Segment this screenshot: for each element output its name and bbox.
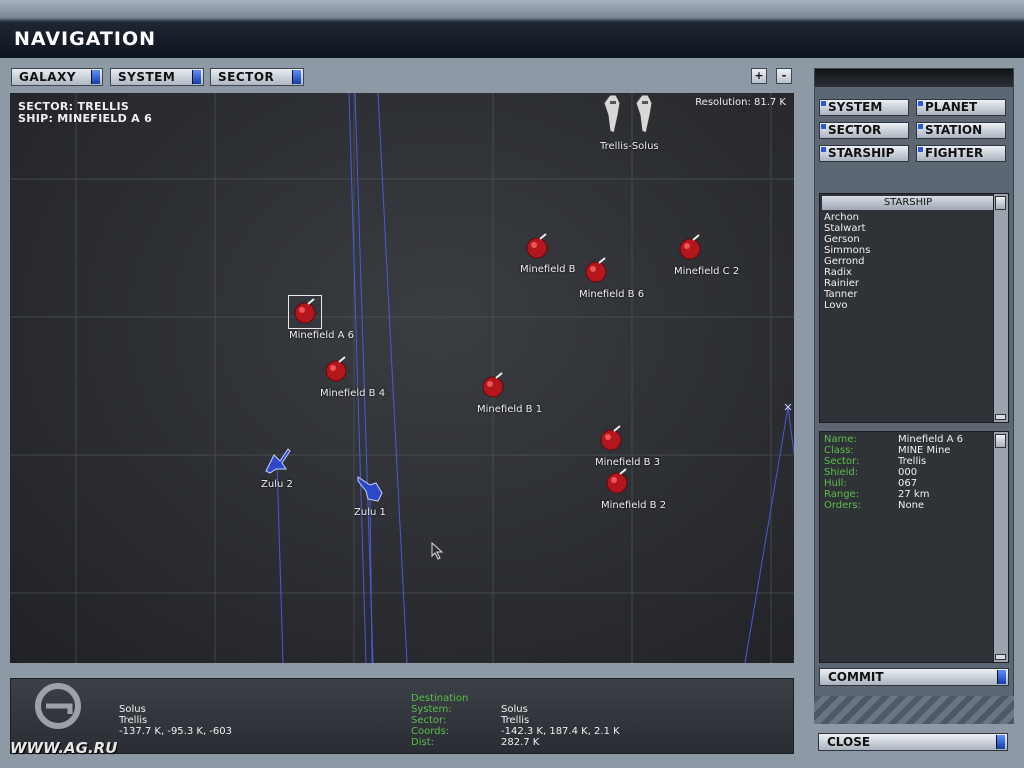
list-item[interactable]: Gerson <box>824 234 870 245</box>
starship-list[interactable]: STARSHIP Archon Stalwart Gerson Simmons … <box>819 193 1009 423</box>
list-scrollbar[interactable] <box>993 194 1008 422</box>
button-notch-icon <box>192 70 201 84</box>
starship-list-items: Archon Stalwart Gerson Simmons Gerrond R… <box>824 212 870 311</box>
commit-label: COMMIT <box>828 670 884 684</box>
ship-readout: SHIP: MINEFIELD A 6 <box>18 112 153 125</box>
category-planet-button[interactable]: PLANET <box>916 99 1006 116</box>
list-item[interactable]: Gerrond <box>824 256 870 267</box>
zoom-in-button[interactable]: + <box>751 68 767 84</box>
detail-row: Shield: 000 <box>824 467 918 478</box>
watermark-text: WWW.AG.RU <box>10 739 118 757</box>
map-grid <box>10 93 794 663</box>
sector-view-label: SECTOR <box>218 70 275 84</box>
scroll-thumb[interactable] <box>995 196 1006 210</box>
scroll-down-arrow[interactable] <box>995 414 1006 420</box>
panel-decor <box>814 696 1014 724</box>
system-view-button[interactable]: SYSTEM <box>110 68 204 86</box>
minefield-b6-label: Minefield B 6 <box>579 289 645 300</box>
panel-caption <box>815 69 1013 87</box>
zulu1-label: Zulu 1 <box>354 507 386 518</box>
detail-row: Range: 27 km <box>824 489 930 500</box>
commit-button[interactable]: COMMIT <box>819 668 1009 686</box>
list-item[interactable]: Stalwart <box>824 223 870 234</box>
minefield-c2-label: Minefield C 2 <box>674 266 740 277</box>
navigation-map[interactable]: SECTOR: TRELLIS SHIP: MINEFIELD A 6 Reso… <box>10 93 794 663</box>
list-item[interactable]: Lovo <box>824 300 870 311</box>
title-bar: NAVIGATION <box>0 0 1024 58</box>
button-notch-icon <box>91 70 100 84</box>
scroll-down-arrow[interactable] <box>995 654 1006 660</box>
details-panel: Name: Minefield A 6 Class: MINE Mine Secto… <box>819 431 1009 663</box>
details-scrollbar[interactable] <box>993 432 1008 662</box>
destination-labels: Destination System: Sector: Coords: Dist… <box>411 693 469 748</box>
category-sector-button[interactable]: SECTOR <box>819 122 909 139</box>
zulu2-label: Zulu 2 <box>261 479 293 490</box>
details-info: Name: Minefield A 6 Class: MINE Mine Secto… <box>824 434 963 511</box>
detail-row: Hull: 067 <box>824 478 918 489</box>
station-label: Trellis-Solus <box>600 141 659 152</box>
right-panel: SYSTEM PLANET SECTOR STATION STARSHIP FI… <box>814 68 1014 724</box>
category-system-button[interactable]: SYSTEM <box>819 99 909 116</box>
close-label: CLOSE <box>827 735 871 749</box>
zoom-out-button[interactable]: - <box>776 68 792 84</box>
detail-row: Class: MINE Mine <box>824 445 951 456</box>
system-view-label: SYSTEM <box>118 70 176 84</box>
list-item[interactable]: Radix <box>824 267 870 278</box>
minefield-b-label: Minefield B <box>520 264 576 275</box>
sector-view-button[interactable]: SECTOR <box>210 68 304 86</box>
detail-row: Orders: None <box>824 500 925 511</box>
detail-row: Name: Minefield A 6 <box>824 434 964 445</box>
list-item[interactable]: Rainier <box>824 278 870 289</box>
minefield-b4-label: Minefield B 4 <box>320 388 386 399</box>
button-notch-icon <box>996 735 1005 749</box>
starship-list-header: STARSHIP <box>822 196 994 210</box>
button-notch-icon <box>997 670 1006 684</box>
minefield-b3-label: Minefield B 3 <box>595 457 661 468</box>
category-starship-button[interactable]: STARSHIP <box>819 145 909 162</box>
minefield-b1-label: Minefield B 1 <box>477 404 543 415</box>
minefield-b2-label: Minefield B 2 <box>601 500 667 511</box>
list-item[interactable]: Tanner <box>824 289 870 300</box>
galaxy-view-button[interactable]: GALAXY <box>11 68 103 86</box>
window-title: NAVIGATION <box>14 28 156 50</box>
route-info-bar: Solus Trellis -137.7 K, -95.3 K, -603 De… <box>10 678 794 754</box>
selection-box[interactable] <box>288 295 322 329</box>
destination-values: Solus Trellis -142.3 K, 187.4 K, 2.1 K 2… <box>501 704 620 748</box>
resolution-readout: Resolution: 81.7 K <box>695 97 786 108</box>
minefield-a6-label: Minefield A 6 <box>289 330 355 341</box>
category-station-button[interactable]: STATION <box>916 122 1006 139</box>
detail-row: Sector: Trellis <box>824 456 927 467</box>
list-item[interactable]: Archon <box>824 212 870 223</box>
scroll-thumb[interactable] <box>995 434 1006 448</box>
button-notch-icon <box>292 70 301 84</box>
category-fighter-button[interactable]: FIGHTER <box>916 145 1006 162</box>
close-button[interactable]: CLOSE <box>818 733 1008 751</box>
watermark-logo-icon <box>28 680 88 732</box>
origin-values: Solus Trellis -137.7 K, -95.3 K, -603 <box>119 704 232 737</box>
list-item[interactable]: Simmons <box>824 245 870 256</box>
galaxy-view-label: GALAXY <box>19 70 77 84</box>
